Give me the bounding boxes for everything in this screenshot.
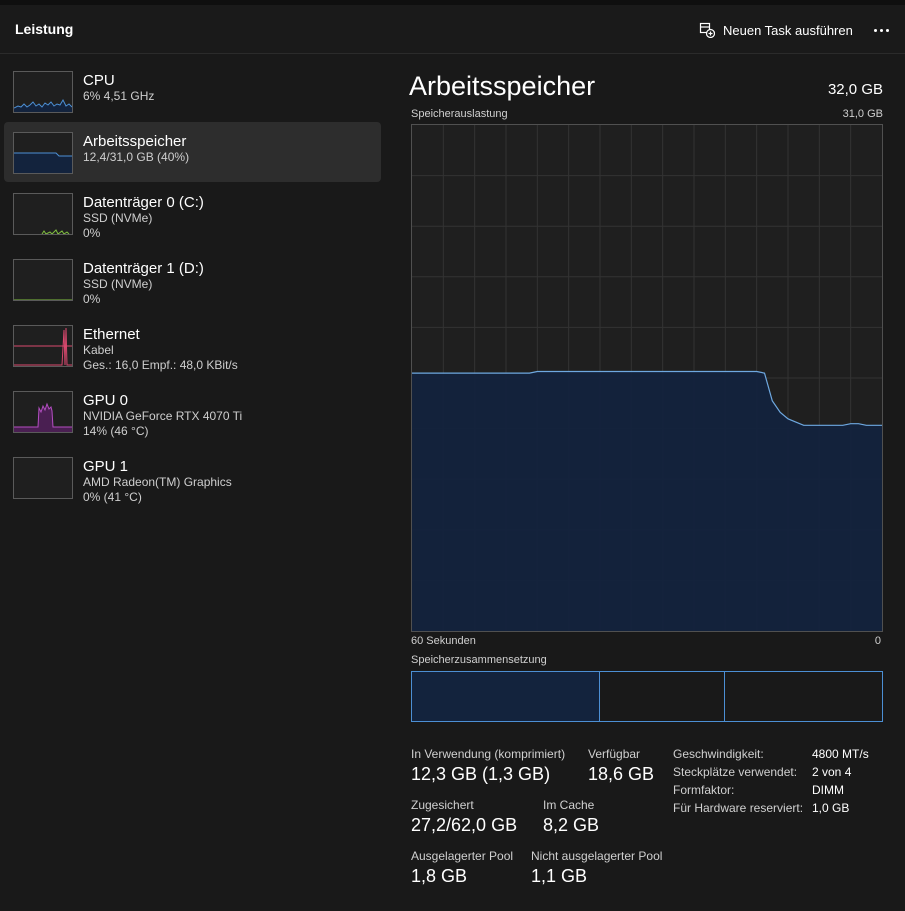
memory-panel: Arbeitsspeicher 32,0 GB Speicherauslastu… [393,55,905,911]
more-icon [873,28,877,32]
detail-value: 2 von 4 [812,765,852,779]
panel-title: Arbeitsspeicher [409,71,596,101]
stat-value: 27,2/62,0 GB [411,815,518,835]
sidebar-item-detail: 6% 4,51 GHz [83,89,155,103]
sidebar-item-name: Arbeitsspeicher [83,133,187,150]
header-bar: Leistung Neuen Task ausführen [0,5,905,54]
sidebar-item-disk-1[interactable]: Datenträger 1 (D:) SSD (NVMe) 0% [4,249,381,309]
stat-label: Ausgelagerter Pool [411,849,514,863]
composition-label: Speicherzusammensetzung [411,654,547,666]
sidebar-item-name: CPU [83,72,115,89]
detail-key: Für Hardware reserviert: [673,801,804,815]
sidebar-item-throughput: Ges.: 16,0 Empf.: 48,0 KBit/s [83,358,238,372]
disk-0-thumbnail-graph [13,193,73,235]
composition-in-use [412,672,600,721]
sidebar-item-detail: Kabel [83,343,114,357]
sidebar-item-detail: 12,4/31,0 GB (40%) [83,150,190,164]
stat-value: 18,6 GB [588,764,655,784]
sidebar-item-gpu-0[interactable]: GPU 0 NVIDIA GeForce RTX 4070 Ti 14% (46… [4,381,381,441]
sidebar-item-detail: AMD Radeon(TM) Graphics [83,475,232,489]
memory-composition-bar [411,671,883,722]
stat-label: Im Cache [543,798,595,812]
sidebar-item-ethernet[interactable]: Ethernet Kabel Ges.: 16,0 Empf.: 48,0 KB… [4,315,381,375]
stat-in-use: In Verwendung (komprimiert) 12,3 GB (1,3… [411,747,565,785]
detail-value: 4800 MT/s [812,747,869,761]
composition-standby [725,672,882,721]
stat-value: 8,2 GB [543,815,600,835]
axis-left-label: 60 Sekunden [411,635,476,647]
chart-max-label: 31,0 GB [842,108,883,120]
detail-row: Formfaktor: DIMM [673,783,893,801]
sidebar-item-name: GPU 1 [83,458,129,475]
stat-value: 12,3 GB (1,3 GB) [411,764,551,784]
gpu-0-thumbnail-graph [13,391,73,433]
sidebar-item-name: Ethernet [83,326,140,343]
page-title: Leistung [15,21,74,37]
disk-1-thumbnail-graph [13,259,73,301]
stat-label: In Verwendung (komprimiert) [411,747,566,761]
detail-row: Geschwindigkeit: 4800 MT/s [673,747,893,765]
gpu-1-thumbnail-graph [13,457,73,499]
cpu-thumbnail-graph [13,71,73,113]
sidebar-item-name: Datenträger 0 (C:) [83,194,204,211]
stat-committed: Zugesichert 27,2/62,0 GB [411,798,517,836]
run-new-task-button[interactable]: Neuen Task ausführen [699,19,853,41]
sidebar-item-usage: 0% [83,292,101,306]
sidebar: CPU 6% 4,51 GHz Arbeitsspeicher 12,4/31,… [0,55,393,911]
axis-right-label: 0 [874,635,881,647]
detail-value: DIMM [812,783,844,797]
memory-usage-svg [412,125,882,631]
sidebar-item-detail: NVIDIA GeForce RTX 4070 Ti [83,409,243,423]
run-task-icon [699,22,715,38]
stat-available: Verfügbar 18,6 GB [588,747,654,785]
detail-value: 1,0 GB [812,801,850,815]
sidebar-item-name: GPU 0 [83,392,129,409]
memory-usage-chart [411,124,883,632]
detail-row: Für Hardware reserviert: 1,0 GB [673,801,893,819]
sidebar-item-usage: 0% (41 °C) [83,490,142,504]
ethernet-thumbnail-graph [13,325,73,367]
sidebar-item-memory[interactable]: Arbeitsspeicher 12,4/31,0 GB (40%) [4,122,381,182]
chart-title: Speicherauslastung [411,108,508,120]
stat-label: Zugesichert [411,798,474,812]
stat-paged-pool: Ausgelagerter Pool 1,8 GB [411,849,513,887]
sidebar-item-disk-0[interactable]: Datenträger 0 (C:) SSD (NVMe) 0% [4,183,381,243]
stat-value: 1,8 GB [411,866,468,886]
more-options-button[interactable] [866,19,896,41]
sidebar-item-usage: 0% [83,226,101,240]
detail-key: Formfaktor: [673,783,735,797]
stat-value: 1,1 GB [531,866,588,886]
sidebar-item-detail: SSD (NVMe) [83,211,153,225]
memory-usage-area [412,371,882,631]
sidebar-item-usage: 14% (46 °C) [83,424,149,438]
sidebar-item-gpu-1[interactable]: GPU 1 AMD Radeon(TM) Graphics 0% (41 °C) [4,447,381,507]
total-memory: 32,0 GB [827,81,883,98]
stat-label: Verfügbar [588,747,641,761]
sidebar-item-detail: SSD (NVMe) [83,277,153,291]
run-task-label: Neuen Task ausführen [723,22,853,38]
detail-key: Geschwindigkeit: [673,747,764,761]
detail-key: Steckplätze verwendet: [673,765,798,779]
composition-modified [600,672,725,721]
stat-label: Nicht ausgelagerter Pool [531,849,663,863]
stat-cached: Im Cache 8,2 GB [543,798,599,836]
detail-row: Steckplätze verwendet: 2 von 4 [673,765,893,783]
sidebar-item-cpu[interactable]: CPU 6% 4,51 GHz [4,61,381,121]
memory-details: Geschwindigkeit: 4800 MT/s Steckplätze v… [673,747,893,819]
sidebar-item-name: Datenträger 1 (D:) [83,260,204,277]
stat-nonpaged-pool: Nicht ausgelagerter Pool 1,1 GB [531,849,662,887]
memory-thumbnail-graph [13,132,73,174]
